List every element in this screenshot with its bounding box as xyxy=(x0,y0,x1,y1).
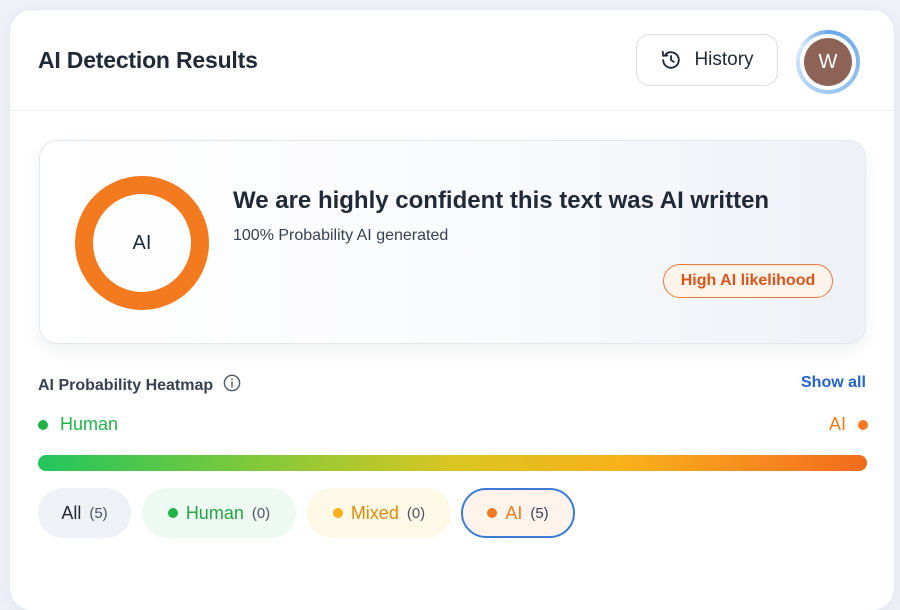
result-probability-text: 100% Probability AI generated xyxy=(233,227,449,244)
avatar: W xyxy=(804,38,852,86)
legend-human-label: Human xyxy=(60,414,119,434)
donut-label: AI xyxy=(132,231,152,254)
human-dot-icon xyxy=(167,508,178,518)
filter-mixed-count: (0) xyxy=(406,504,426,522)
heatmap-title-text: AI Probability Heatmap xyxy=(38,376,214,394)
legend-human: Human xyxy=(38,414,118,435)
result-headline: We are highly confident this text was AI… xyxy=(233,187,770,214)
avatar-button[interactable]: W xyxy=(796,30,860,94)
filter-mixed-label: Mixed xyxy=(350,502,399,523)
legend-ai-label: AI xyxy=(828,414,846,434)
filter-human[interactable]: Human (0) xyxy=(142,488,296,538)
ai-dot-icon xyxy=(487,508,498,518)
mixed-dot-icon xyxy=(332,508,343,518)
show-all-link[interactable]: Show all xyxy=(801,374,866,392)
filter-ai-label: AI xyxy=(505,502,523,523)
history-clock-icon xyxy=(660,49,682,71)
history-button-label: History xyxy=(694,49,754,70)
header: AI Detection Results History W xyxy=(10,10,894,111)
result-card: AI We are highly confident this text was… xyxy=(39,140,866,344)
likelihood-badge: High AI likelihood xyxy=(663,264,833,298)
info-icon[interactable] xyxy=(223,374,241,397)
ai-probability-donut: AI xyxy=(72,173,212,313)
filter-all-label: All xyxy=(61,502,82,523)
filter-mixed[interactable]: Mixed (0) xyxy=(307,488,451,538)
history-button[interactable]: History xyxy=(636,34,778,86)
filter-human-count: (0) xyxy=(251,504,271,522)
legend-ai: AI xyxy=(829,414,868,435)
human-dot-icon xyxy=(38,419,48,430)
avatar-ring-inner: W xyxy=(800,34,856,90)
filter-human-label: Human xyxy=(185,502,244,523)
page-title: AI Detection Results xyxy=(38,47,258,73)
heatmap-gradient-bar xyxy=(38,455,867,471)
results-panel: AI Detection Results History W AI We are… xyxy=(10,10,894,610)
filter-ai-count: (5) xyxy=(530,504,549,522)
filter-ai[interactable]: AI (5) xyxy=(461,488,575,538)
heatmap-title: AI Probability Heatmap xyxy=(38,374,241,397)
filter-all-count: (5) xyxy=(89,504,108,522)
ai-dot-icon xyxy=(858,419,868,430)
filter-all[interactable]: All (5) xyxy=(38,488,131,538)
